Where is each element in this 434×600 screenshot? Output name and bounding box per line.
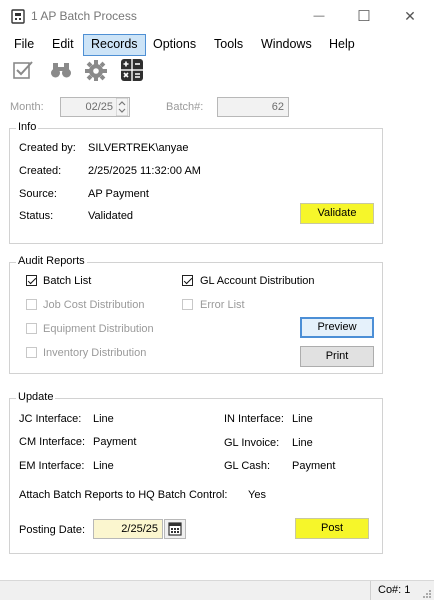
job-cost-distribution-label: Job Cost Distribution <box>43 299 145 311</box>
gl-cash-value: Payment <box>292 460 336 472</box>
source-value: AP Payment <box>88 188 149 200</box>
equipment-distribution-label: Equipment Distribution <box>43 323 154 335</box>
post-button[interactable]: Post <box>295 518 369 539</box>
minimize-icon: — <box>313 10 325 22</box>
close-icon: ✕ <box>404 7 416 24</box>
binoculars-icon[interactable] <box>49 58 73 82</box>
gl-invoice-label: GL Invoice: <box>224 437 280 449</box>
status-divider <box>370 581 371 600</box>
in-interface-label: IN Interface: <box>224 413 284 425</box>
validate-button[interactable]: Validate <box>300 203 374 224</box>
jc-interface-value: Line <box>93 413 114 425</box>
em-interface-value: Line <box>93 460 114 472</box>
update-title: Update <box>16 391 56 403</box>
maximize-icon: ☐ <box>357 8 371 25</box>
gl-account-distribution-label: GL Account Distribution <box>200 275 315 287</box>
close-button[interactable]: ✕ <box>395 6 425 26</box>
menu-options[interactable]: Options <box>151 34 198 54</box>
batch-label: Batch#: <box>166 101 204 113</box>
preview-button[interactable]: Preview <box>300 317 374 338</box>
created-label: Created: <box>19 165 62 177</box>
calendar-button[interactable] <box>164 519 186 539</box>
inventory-distribution-checkbox[interactable] <box>26 347 37 358</box>
jc-interface-label: JC Interface: <box>19 413 82 425</box>
minimize-button[interactable]: — <box>304 6 334 26</box>
menu-windows[interactable]: Windows <box>259 34 314 54</box>
gl-invoice-value: Line <box>292 437 313 449</box>
created-by-value: SILVERTREK\anyae <box>88 142 189 154</box>
month-spinner[interactable] <box>115 97 129 117</box>
menu-help[interactable]: Help <box>327 34 357 54</box>
menu-edit[interactable]: Edit <box>50 34 76 54</box>
maximize-button[interactable]: ☐ <box>349 6 379 26</box>
app-icon <box>11 9 25 24</box>
gear-icon[interactable] <box>84 58 108 82</box>
created-by-label: Created by: <box>19 142 76 154</box>
menu-file[interactable]: File <box>12 34 36 54</box>
calculator-icon[interactable] <box>120 58 144 82</box>
attach-batch-reports-label: Attach Batch Reports to HQ Batch Control… <box>19 489 228 501</box>
checklist-icon[interactable] <box>12 58 36 82</box>
gl-cash-label: GL Cash: <box>224 460 271 472</box>
attach-batch-reports-value: Yes <box>248 489 266 501</box>
cm-interface-label: CM Interface: <box>19 436 86 448</box>
window-title: 1 AP Batch Process <box>31 9 137 23</box>
gl-account-distribution-checkbox[interactable] <box>182 275 193 286</box>
audit-reports-title: Audit Reports <box>16 255 87 267</box>
batch-field[interactable]: 62 <box>217 97 289 117</box>
menu-records[interactable]: Records <box>83 34 146 56</box>
menu-tools[interactable]: Tools <box>212 34 245 54</box>
batch-list-label: Batch List <box>43 275 92 287</box>
company-number: Co#: 1 <box>378 584 411 596</box>
posting-date-field[interactable]: 2/25/25 <box>93 519 163 539</box>
error-list-label: Error List <box>200 299 245 311</box>
title-bar[interactable]: 1 AP Batch Process — ☐ ✕ <box>0 0 434 32</box>
info-title: Info <box>16 121 39 133</box>
cm-interface-value: Payment <box>93 436 137 448</box>
error-list-checkbox[interactable] <box>182 299 193 310</box>
batch-list-checkbox[interactable] <box>26 275 37 286</box>
posting-date-label: Posting Date: <box>19 524 86 536</box>
inventory-distribution-label: Inventory Distribution <box>43 347 147 359</box>
print-button[interactable]: Print <box>300 346 374 367</box>
equipment-distribution-checkbox[interactable] <box>26 323 37 334</box>
status-label: Status: <box>19 210 54 222</box>
job-cost-distribution-checkbox[interactable] <box>26 299 37 310</box>
month-label: Month: <box>10 101 44 113</box>
em-interface-label: EM Interface: <box>19 460 85 472</box>
resize-grip-icon[interactable] <box>420 587 432 599</box>
calendar-icon <box>168 522 182 536</box>
created-value: 2/25/2025 11:32:00 AM <box>88 165 201 177</box>
in-interface-value: Line <box>292 413 313 425</box>
status-bar: Co#: 1 <box>0 580 434 600</box>
source-label: Source: <box>19 188 57 200</box>
status-value: Validated <box>88 210 134 222</box>
